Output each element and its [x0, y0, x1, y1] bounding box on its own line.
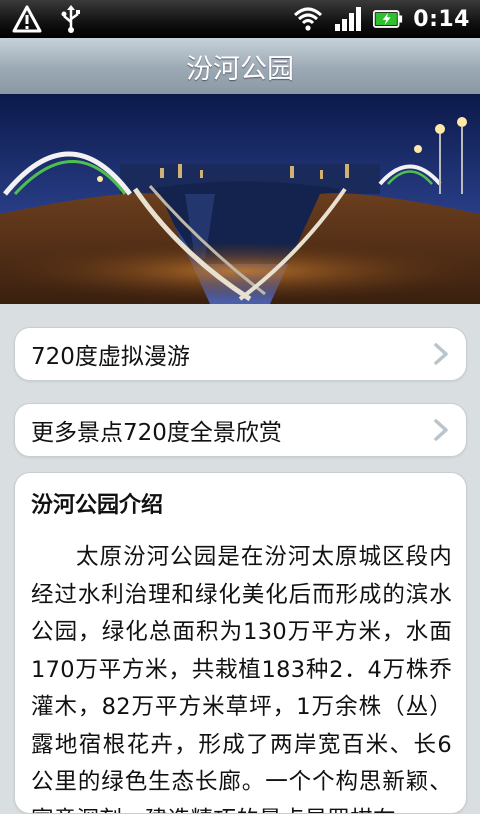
page-title: 汾河公园 — [186, 53, 294, 85]
more-panoramas-label: 更多景点720度全景欣赏 — [31, 420, 282, 446]
chevron-right-icon — [430, 418, 452, 442]
signal-icon — [333, 4, 363, 34]
title-bar: 汾河公园 — [0, 38, 480, 95]
virtual-tour-label: 720度虚拟漫游 — [31, 344, 190, 370]
wifi-icon — [293, 4, 323, 34]
clock: 0:14 — [413, 6, 470, 32]
battery-charging-icon — [373, 4, 403, 34]
panorama-image — [0, 94, 480, 304]
more-panoramas-item[interactable]: 更多景点720度全景欣赏 — [14, 403, 467, 457]
warning-icon — [12, 4, 42, 34]
usb-icon — [56, 4, 86, 34]
virtual-tour-item[interactable]: 720度虚拟漫游 — [14, 327, 467, 381]
intro-body-text: 太原汾河公园是在汾河太原城区段内经过水利治理和绿化美化后而形成的滨水公园，绿化总… — [31, 544, 452, 813]
status-bar: 0:14 — [0, 0, 480, 38]
park-introduction: 汾河公园介绍 太原汾河公园是在汾河太原城区段内经过水利治理和绿化美化后而形成的滨… — [14, 472, 467, 814]
intro-heading: 汾河公园介绍 — [31, 493, 164, 518]
chevron-right-icon — [430, 342, 452, 366]
